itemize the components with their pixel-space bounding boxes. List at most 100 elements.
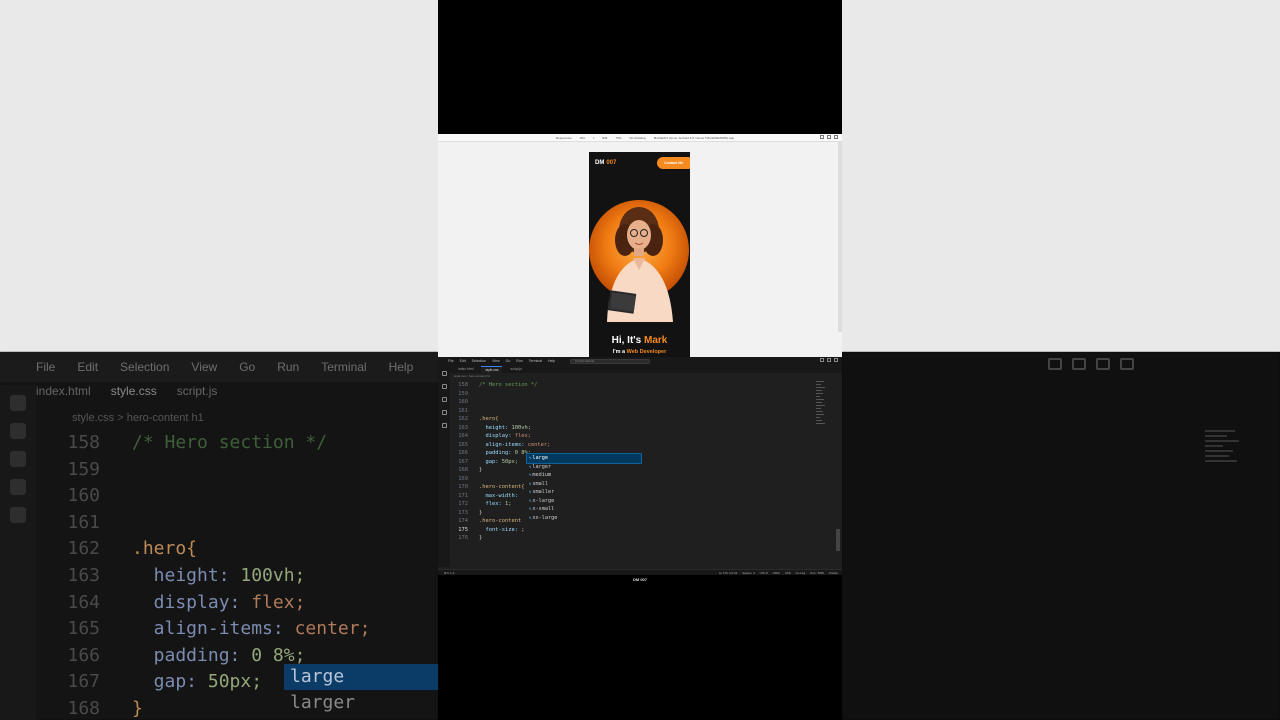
code-line[interactable]: 168} (450, 466, 482, 475)
code-line[interactable]: 172 flex: 1; (450, 500, 511, 509)
code-line[interactable]: 175 font-size: ; (450, 526, 524, 535)
bg-files-icon (10, 395, 26, 411)
problems-status[interactable]: ⊗ 0 ⚠ 0 (444, 571, 454, 575)
devtools-device-toolbar: Responsive 364 × 834 75% No throttling M… (438, 134, 842, 142)
line-number: 159 (458, 390, 468, 397)
code-line[interactable]: 163 height: 100vh; (450, 424, 531, 433)
mobile-preview: DM 007 Contact Me Hi, It's Mark I'm a We… (589, 152, 690, 357)
menu-help[interactable]: Help (548, 359, 555, 363)
throttle-select[interactable]: No throttling (630, 136, 646, 140)
code-token: .hero{ (479, 416, 499, 422)
suggestion-item[interactable]: ✎xx-large (527, 514, 561, 523)
autocomplete-suggestions[interactable]: ✎large ✎larger ✎medium ✎small ✎smaller ✎x-lar… (526, 453, 642, 524)
code-line[interactable]: 164 display: flex; (450, 432, 531, 441)
bg-menu-selection: Selection (120, 360, 170, 374)
suggestion-label: x-small (532, 506, 555, 512)
suggestion-item[interactable]: ✎larger (527, 463, 561, 472)
background-editor-blur-right (842, 352, 1280, 720)
bg-breadcrumb: style.css > hero-content h1 (72, 412, 204, 424)
suggestion-label: x-large (532, 497, 555, 504)
suggestion-item[interactable]: ✎large (526, 453, 642, 464)
code-line[interactable]: 167 gap: 50px; (450, 458, 518, 467)
browser-viewport: Responsive 364 × 834 75% No throttling M… (438, 134, 842, 357)
height-input[interactable]: 834 (602, 136, 607, 140)
explorer-icon[interactable] (441, 371, 447, 376)
tab-script-js[interactable]: script.js (506, 366, 526, 372)
menu-terminal[interactable]: Terminal (529, 359, 542, 363)
suggestion-item[interactable]: ✎smaller (527, 488, 561, 497)
bg-code-line: 165 align-items: center; (67, 618, 371, 640)
status-item[interactable]: UTF-8 (760, 571, 768, 575)
code-line[interactable]: 174 .hero-content (450, 517, 521, 526)
code-token: gap: (479, 458, 502, 465)
bg-suggestion: larger (290, 692, 356, 713)
menu-go[interactable]: Go (506, 359, 511, 363)
code-line[interactable]: 165 align-items: center; (450, 441, 550, 450)
code-line[interactable]: 166 padding: 0 8%; (450, 449, 531, 458)
bg-tab-style: style.css (110, 384, 157, 398)
code-token: } (479, 509, 483, 516)
status-item[interactable]: Ln 175, Col 15 (719, 571, 737, 575)
settings-icon[interactable] (827, 135, 831, 139)
contact-button[interactable]: Contact Me (657, 157, 690, 169)
run-debug-icon[interactable] (441, 410, 447, 415)
site-logo[interactable]: DM 007 (595, 160, 617, 166)
command-center-search[interactable]: Portfolio Website (570, 359, 650, 364)
video-frame: Responsive 364 × 834 75% No throttling M… (438, 0, 842, 720)
status-item[interactable]: CRLF (773, 571, 780, 575)
breadcrumb[interactable]: style.css > hero-content h1 (454, 374, 490, 378)
bg-suggestion-active: large (284, 664, 438, 690)
code-line[interactable]: 162 .hero{ (450, 415, 498, 424)
code-line[interactable]: 171 max-width: (450, 492, 521, 501)
status-item[interactable]: CSS (785, 571, 791, 575)
browser-scrollbar[interactable] (838, 142, 842, 332)
suggestion-label: smaller (532, 489, 555, 495)
close-icon[interactable] (834, 135, 838, 139)
code-line[interactable]: 176} (450, 534, 482, 543)
line-number: 169 (458, 475, 468, 482)
suggestion-item[interactable]: ✎x-small (527, 505, 561, 514)
line-number: 167 (458, 458, 468, 465)
menu-selection[interactable]: Selection (472, 359, 486, 363)
status-item[interactable]: Port : 5500 (810, 571, 824, 575)
search-icon[interactable] (441, 384, 447, 389)
status-item[interactable]: Prettier (829, 571, 838, 575)
rotate-icon[interactable] (820, 135, 824, 139)
suggestion-item[interactable]: ✎small (527, 480, 561, 489)
code-token: .hero-content{ (479, 484, 525, 490)
code-line[interactable]: 161 (450, 407, 479, 416)
bg-menu-go: Go (239, 360, 256, 374)
maximize-icon[interactable] (827, 358, 831, 362)
close-window-icon[interactable] (834, 358, 838, 362)
line-number: 161 (458, 407, 468, 414)
width-input[interactable]: 364 (580, 136, 585, 140)
code-line[interactable]: 170 .hero-content{ (450, 483, 524, 492)
suggestion-label: small (532, 480, 549, 487)
suggestion-item[interactable]: ✎x-large (527, 497, 561, 506)
status-item[interactable]: Go Live (796, 571, 806, 575)
zoom-select[interactable]: 75% (615, 136, 621, 140)
minimap[interactable] (816, 381, 826, 461)
status-item[interactable]: Spaces: 4 (742, 571, 754, 575)
activity-bar (438, 365, 450, 567)
code-line[interactable]: 169 (450, 475, 479, 484)
line-number: 172 (458, 501, 468, 507)
code-line[interactable]: 160 (450, 398, 479, 407)
suggestion-item[interactable]: ✎medium (527, 471, 561, 480)
code-line[interactable]: 158 /* Hero section */ (450, 381, 537, 390)
extensions-icon[interactable] (441, 423, 447, 428)
code-line[interactable]: 159 (450, 390, 479, 399)
device-select[interactable]: Responsive (556, 136, 572, 140)
menu-file[interactable]: File (448, 359, 454, 363)
source-control-icon[interactable] (441, 397, 447, 402)
tab-index-html[interactable]: index.html (454, 366, 477, 372)
menu-run[interactable]: Run (516, 359, 522, 363)
minimize-icon[interactable] (820, 358, 824, 362)
bg-tabs: index.html style.css script.js (36, 384, 217, 398)
menu-view[interactable]: View (492, 359, 500, 363)
code-line[interactable]: 173} (450, 509, 482, 518)
tab-style-css[interactable]: style.css (481, 365, 503, 373)
status-right: Ln 175, Col 15 Spaces: 4 UTF-8 CRLF CSS Go Li… (719, 571, 838, 575)
menu-edit[interactable]: Edit (460, 359, 466, 363)
editor-scrollbar[interactable] (836, 529, 840, 551)
